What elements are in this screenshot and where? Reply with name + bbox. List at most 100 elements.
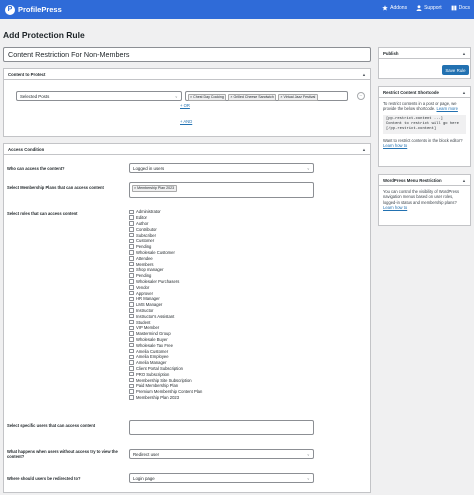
plan-tag[interactable]: × Membership Plan 2023	[131, 184, 177, 192]
nav-addons[interactable]: Addons	[382, 5, 407, 11]
role-checkbox[interactable]	[129, 256, 134, 261]
selected-posts-tagbox[interactable]: × Chest Day Cocking × Grilled Cheese San…	[185, 91, 348, 101]
collapse-toggle-icon[interactable]: ▲	[462, 178, 466, 183]
role-checkbox[interactable]	[129, 302, 134, 307]
content-to-protect-header[interactable]: Content to Protect ▲	[4, 69, 370, 80]
role-checkbox[interactable]	[129, 389, 134, 394]
role-checkbox[interactable]	[129, 290, 134, 296]
role-label: HR Manager	[136, 296, 160, 302]
role-checkbox[interactable]	[129, 360, 134, 365]
role-label: Shop manager	[136, 267, 164, 273]
shortcode-intro: To restrict contents in a post or page, …	[383, 101, 458, 112]
access-condition-title: Access Condition	[8, 146, 45, 152]
top-bar: P ProfilePress Addons Support Docs	[0, 0, 474, 19]
access-condition-header[interactable]: Access Condition ▲	[4, 144, 370, 155]
remove-condition-icon[interactable]: −	[357, 92, 365, 100]
who-access-value: Logged in users	[133, 165, 165, 171]
profilepress-logo-icon: P	[5, 4, 15, 15]
role-checkbox[interactable]	[129, 337, 134, 342]
role-checkbox[interactable]	[129, 377, 134, 383]
collapse-toggle-icon[interactable]: ▲	[362, 72, 366, 77]
who-access-select[interactable]: Logged in users ⌄	[129, 163, 314, 173]
save-rule-button[interactable]: Save Rule	[442, 65, 469, 75]
role-checkbox[interactable]	[129, 227, 134, 232]
content-type-select[interactable]: Selected Posts ⌄	[16, 91, 182, 101]
role-checkbox[interactable]	[129, 273, 134, 278]
collapse-toggle-icon[interactable]: ▲	[362, 147, 366, 152]
role-label: Instructor	[136, 307, 154, 313]
role-option[interactable]: Membership Plan 2023	[129, 395, 202, 401]
users-search-input[interactable]	[129, 420, 314, 435]
post-tag[interactable]: × Grilled Cheese Sandwich	[227, 93, 277, 101]
roles-checklist: Administrator Editor Author Contributor Subs…	[129, 209, 202, 400]
noaccess-select[interactable]: Redirect user ⌄	[129, 449, 314, 459]
collapse-toggle-icon[interactable]: ▲	[462, 90, 466, 95]
who-access-label: Who can access the content?	[7, 166, 65, 171]
role-checkbox[interactable]	[129, 342, 134, 348]
chevron-down-icon: ⌄	[174, 93, 178, 99]
role-checkbox[interactable]	[129, 267, 134, 273]
role-option[interactable]: Membership Site Subscription	[129, 377, 202, 383]
collapse-toggle-icon[interactable]: ▲	[462, 51, 466, 56]
block-editor-link[interactable]: Learn how to	[383, 143, 407, 148]
role-checkbox[interactable]	[129, 215, 134, 220]
book-icon	[451, 5, 456, 11]
post-tag[interactable]: × Chest Day Cocking	[187, 93, 227, 101]
role-checkbox[interactable]	[129, 325, 134, 331]
role-label: Wholesale Tax Free	[136, 342, 173, 348]
role-checkbox[interactable]	[129, 261, 134, 267]
nav-docs-label: Docs	[458, 5, 470, 11]
shortcode-header[interactable]: Restrict Content Shortcode ▲	[379, 87, 470, 98]
role-checkbox[interactable]	[129, 308, 134, 313]
menu-restriction-link[interactable]: Learn how to	[383, 205, 407, 210]
role-checkbox[interactable]	[129, 232, 134, 238]
role-checkbox[interactable]	[129, 238, 134, 244]
shortcode-title: Restrict Content Shortcode	[383, 89, 439, 95]
publish-header[interactable]: Publish ▲	[379, 48, 470, 59]
role-checkbox[interactable]	[129, 313, 134, 319]
role-label: Premium Membership Content Plan	[136, 389, 203, 395]
nav-support-label: Support	[424, 5, 442, 11]
rule-title-input[interactable]	[3, 47, 371, 62]
role-label: Amelia Employee	[136, 354, 169, 360]
role-checkbox[interactable]	[129, 348, 134, 354]
page-title: Add Protection Rule	[3, 30, 85, 40]
role-checkbox[interactable]	[129, 209, 134, 215]
role-checkbox[interactable]	[129, 285, 134, 290]
learn-more-link[interactable]: Learn more	[436, 106, 457, 111]
role-checkbox[interactable]	[129, 296, 134, 302]
role-option[interactable]: Premium Membership Content Plan	[129, 389, 202, 395]
role-checkbox[interactable]	[129, 244, 134, 249]
role-label: Subscriber	[136, 232, 157, 238]
role-checkbox[interactable]	[129, 366, 134, 371]
role-checkbox[interactable]	[129, 221, 134, 226]
plans-label: Select Membership Plans that can access …	[7, 185, 104, 190]
post-tag[interactable]: × Virtual Jazz Festival	[277, 93, 318, 101]
role-checkbox[interactable]	[129, 319, 134, 325]
role-label: Attendee	[136, 255, 153, 261]
role-checkbox[interactable]	[129, 250, 134, 255]
role-label: Amelia Customer	[136, 348, 169, 354]
content-type-value: Selected Posts	[20, 93, 50, 99]
role-checkbox[interactable]	[129, 331, 134, 336]
role-label: Wholesale Customer	[136, 249, 175, 255]
role-checkbox[interactable]	[129, 354, 134, 360]
and-link[interactable]: + AND	[180, 119, 192, 124]
or-link[interactable]: + OR	[180, 103, 190, 108]
redirect-label: Where should users be redirected to?	[7, 476, 81, 481]
role-checkbox[interactable]	[129, 383, 134, 389]
menu-restriction-text: You can control the visibility of WordPr…	[383, 189, 459, 205]
role-checkbox[interactable]	[129, 371, 134, 377]
role-label: Student	[136, 319, 151, 325]
block-editor-text: Want to restrict contents in the block e…	[383, 137, 463, 148]
role-checkbox[interactable]	[129, 395, 134, 400]
membership-plans-tagbox[interactable]: × Membership Plan 2023	[129, 182, 314, 198]
nav-docs[interactable]: Docs	[451, 5, 470, 11]
redirect-select[interactable]: Login page ⌄	[129, 473, 314, 483]
role-label: Pending	[136, 273, 152, 279]
nav-support[interactable]: Support	[416, 5, 442, 11]
brand-logo[interactable]: P ProfilePress	[5, 4, 62, 15]
role-checkbox[interactable]	[129, 279, 134, 284]
menu-restriction-header[interactable]: WordPress Menu Restriction ▲	[379, 175, 470, 186]
content-to-protect-title: Content to Protect	[8, 71, 46, 77]
